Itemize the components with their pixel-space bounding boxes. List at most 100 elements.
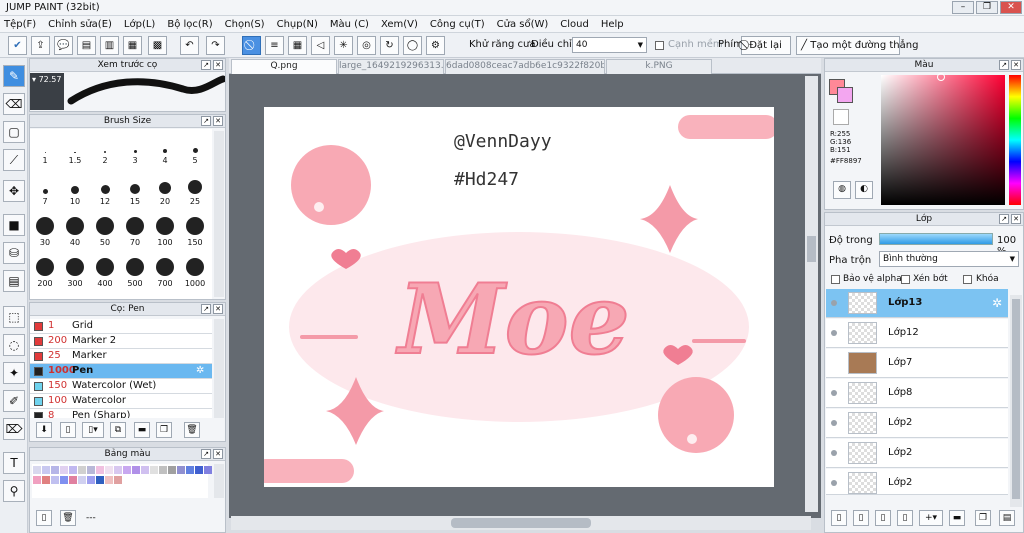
trash-icon[interactable]: 🗑	[184, 422, 200, 438]
straight-line-button[interactable]: ╱ Tạo một đường thẳng	[796, 36, 918, 55]
close-icon[interactable]: ✕	[1011, 60, 1021, 70]
layer-row[interactable]: Lớp2	[826, 439, 1008, 468]
folder-icon[interactable]: ▬	[134, 422, 150, 438]
redo-icon[interactable]: ↷	[206, 36, 225, 55]
brush-size-option[interactable]: 4	[150, 131, 180, 171]
layer-row[interactable]: Lớp7	[826, 349, 1008, 378]
drawing-canvas[interactable]: @VennDayy #Hd247 Moe	[264, 107, 774, 487]
blend-mode-select[interactable]: Bình thường ▼	[879, 251, 1019, 267]
close-icon[interactable]: ✕	[213, 449, 223, 459]
close-button[interactable]: ✕	[1000, 1, 1022, 14]
bucket-tool-icon[interactable]: ⛁	[3, 242, 25, 264]
menu-tools[interactable]: Công cụ(T)	[430, 19, 485, 30]
eye-icon[interactable]	[831, 450, 837, 456]
close-icon[interactable]: ✕	[213, 60, 223, 70]
palette-swatch[interactable]	[60, 476, 68, 484]
vertical-scroll-thumb[interactable]	[807, 236, 816, 262]
eye-icon[interactable]	[831, 300, 837, 306]
brush-size-option[interactable]: 25	[180, 172, 210, 212]
palette-swatch[interactable]	[141, 466, 149, 474]
eyedropper-icon[interactable]: ◐	[855, 181, 873, 199]
layer-scroll-thumb[interactable]	[1012, 299, 1020, 499]
layer-row[interactable]: Lớp2	[826, 469, 1008, 495]
tab-large-jpg[interactable]: large_1649219296313.jpg	[338, 59, 444, 74]
eye-icon[interactable]	[831, 330, 837, 336]
clip-checkbox[interactable]	[901, 275, 910, 284]
menu-window[interactable]: Cửa sổ(W)	[497, 19, 549, 30]
snap-vanish-icon[interactable]: ◁	[311, 36, 330, 55]
brush-size-option[interactable]: 500	[120, 254, 150, 294]
snap-radial-icon[interactable]: ✳	[334, 36, 353, 55]
brush-size-option[interactable]: 70	[120, 213, 150, 253]
duplicate-icon[interactable]: ❐	[975, 510, 991, 526]
popout-icon[interactable]: ↗	[201, 60, 211, 70]
layer-menu-icon[interactable]: ▤	[999, 510, 1015, 526]
palette-swatch[interactable]	[69, 466, 77, 474]
brush-size-option[interactable]: 300	[60, 254, 90, 294]
folder-icon[interactable]: ▬	[949, 510, 965, 526]
opacity-slider[interactable]	[879, 233, 993, 245]
tab-k-png[interactable]: k.PNG	[606, 59, 712, 74]
brush-size-option[interactable]: 5	[180, 131, 210, 171]
layer-row[interactable]: Lớp13 ✲	[826, 289, 1008, 318]
magic-wand-tool-icon[interactable]: ✦	[3, 362, 25, 384]
horizontal-scroll-thumb[interactable]	[451, 518, 591, 528]
vertical-scrollbar[interactable]	[805, 76, 818, 512]
eye-icon[interactable]	[831, 360, 837, 366]
palette-swatch[interactable]	[105, 476, 113, 484]
popout-icon[interactable]: ↗	[999, 60, 1009, 70]
palette-swatch[interactable]	[150, 466, 158, 474]
eraser-tool-icon[interactable]: ⌫	[3, 93, 25, 115]
snap-curve-icon[interactable]: ↻	[380, 36, 399, 55]
select-rect-tool-icon[interactable]: ⬚	[3, 306, 25, 328]
brush-size-option[interactable]: 400	[90, 254, 120, 294]
undo-icon[interactable]: ↶	[180, 36, 199, 55]
palette-swatch[interactable]	[195, 466, 203, 474]
snap-off-icon[interactable]: ⃠	[242, 36, 261, 55]
brush-size-option[interactable]: 10	[60, 172, 90, 212]
new-palette-icon[interactable]: ▯	[36, 510, 52, 526]
brush-size-option[interactable]: 50	[90, 213, 120, 253]
new-brush-icon[interactable]: ▯	[60, 422, 76, 438]
palette-swatch[interactable]	[96, 466, 104, 474]
menu-layer[interactable]: Lớp(L)	[124, 19, 155, 30]
palette-swatch[interactable]	[132, 466, 140, 474]
palette-swatch[interactable]	[60, 466, 68, 474]
chat-icon[interactable]: 💬	[54, 36, 73, 55]
brush-size-option[interactable]: 100	[150, 213, 180, 253]
popout-icon[interactable]: ↗	[201, 304, 211, 314]
brush-size-option[interactable]: 700	[150, 254, 180, 294]
brush-list-scrollbar[interactable]	[214, 319, 224, 418]
gradient-tool-icon[interactable]: ▤	[3, 270, 25, 292]
menu-cloud[interactable]: Cloud	[560, 19, 589, 30]
film-icon[interactable]: ▦	[123, 36, 142, 55]
palette-swatch[interactable]	[69, 476, 77, 484]
layer-scrollbar[interactable]	[1010, 295, 1022, 507]
lock-checkbox[interactable]	[963, 275, 972, 284]
brush-size-option[interactable]: 200	[30, 254, 60, 294]
palette-swatch[interactable]	[123, 466, 131, 474]
tab-6dad-jpg[interactable]: 6dad0808ceac7adb6e1c9322f820bcb2.jpg	[445, 59, 605, 74]
snap-cross-icon[interactable]: ▦	[288, 36, 307, 55]
upload-icon[interactable]: ⇪	[31, 36, 50, 55]
eye-icon[interactable]	[831, 480, 837, 486]
eye-icon[interactable]	[831, 420, 837, 426]
brush-size-option[interactable]: 1.5	[60, 131, 90, 171]
palette-swatch[interactable]	[114, 466, 122, 474]
trash-icon[interactable]: 🗑	[60, 510, 76, 526]
brush-copy-icon[interactable]: ⧉	[110, 422, 126, 438]
palette-swatch[interactable]	[51, 466, 59, 474]
brush-size-option[interactable]: 20	[150, 172, 180, 212]
lasso-tool-icon[interactable]: ◌	[3, 334, 25, 356]
brush-item-watercolor[interactable]: 100 Watercolor	[30, 394, 212, 409]
protect-alpha-checkbox[interactable]	[831, 275, 840, 284]
palette-swatch[interactable]	[42, 466, 50, 474]
select-eraser-tool-icon[interactable]: ⌦	[3, 418, 25, 440]
layer-row[interactable]: Lớp8	[826, 379, 1008, 408]
line-tool-icon[interactable]: ⟋	[3, 149, 25, 171]
brush-download-icon[interactable]: ⬇	[36, 422, 52, 438]
brush-size-option[interactable]: 1	[30, 131, 60, 171]
menu-filter[interactable]: Bộ lọc(R)	[167, 19, 212, 30]
horizontal-scrollbar[interactable]	[231, 516, 811, 530]
tab-q-png[interactable]: Q.png	[231, 59, 337, 74]
